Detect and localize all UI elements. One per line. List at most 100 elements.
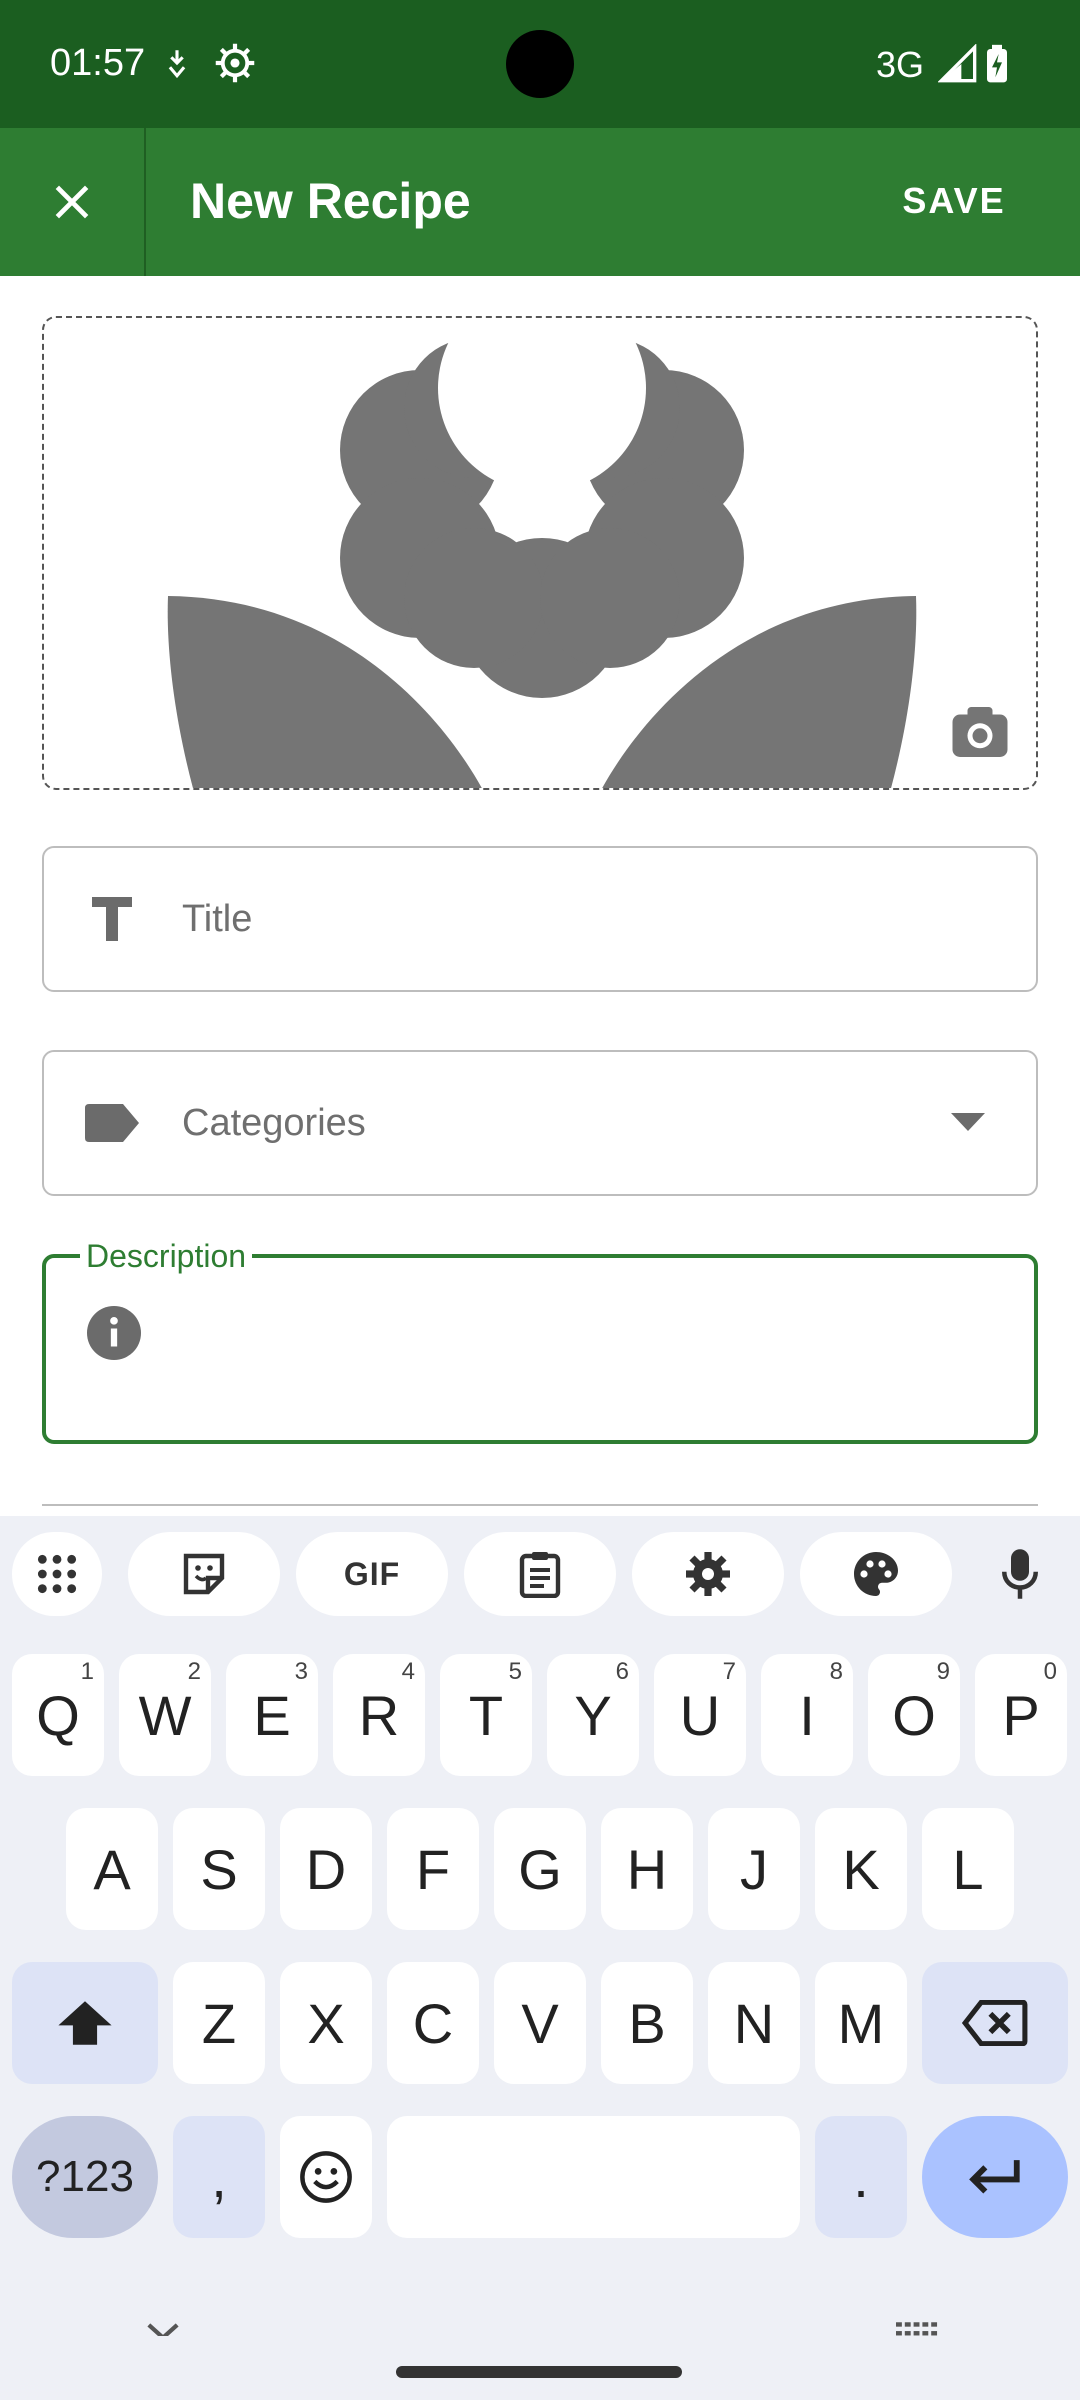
- camera-button[interactable]: [948, 702, 1012, 762]
- key-h[interactable]: H: [601, 1808, 693, 1930]
- key-i[interactable]: I8: [761, 1654, 853, 1776]
- enter-icon: [969, 2160, 1020, 2194]
- key-label: Q: [36, 1683, 80, 1747]
- key-m[interactable]: M: [815, 1962, 907, 2084]
- key-label: T: [468, 1683, 504, 1747]
- key-label: U: [679, 1683, 721, 1747]
- save-button[interactable]: SAVE: [838, 138, 1070, 264]
- home-gesture-pill[interactable]: [396, 2366, 682, 2378]
- key-z[interactable]: Z: [173, 1962, 265, 2084]
- sticker-button[interactable]: [128, 1532, 280, 1616]
- mic-icon: [1002, 1549, 1038, 1599]
- downloading-icon: [168, 50, 186, 79]
- title-field[interactable]: Title: [42, 846, 1038, 992]
- categories-dropdown-button[interactable]: [900, 1052, 1036, 1194]
- key-q[interactable]: Q1: [12, 1654, 104, 1776]
- key-label: O: [892, 1683, 936, 1747]
- emoji-icon: [300, 2151, 352, 2203]
- status-time: 01:57: [50, 42, 146, 84]
- close-icon: [55, 185, 89, 219]
- shift-key[interactable]: [12, 1962, 158, 2084]
- shift-icon: [58, 2001, 112, 2045]
- dropdown-arrow-icon: [951, 1113, 985, 1131]
- key-hint: 1: [80, 1658, 94, 1685]
- gif-button[interactable]: GIF: [296, 1532, 448, 1616]
- title-field-icon-wrap: [44, 848, 180, 990]
- sticker-icon: [183, 1553, 225, 1595]
- camera-icon: [952, 707, 1008, 757]
- navigation-bar: [0, 2336, 1080, 2400]
- key-label: R: [358, 1683, 400, 1747]
- backspace-key[interactable]: [922, 1962, 1068, 2084]
- key-label: Y: [574, 1683, 612, 1747]
- title-text-icon: [92, 897, 132, 941]
- apps-grid-icon: [37, 1554, 77, 1594]
- flower-placeholder-icon: [167, 318, 917, 788]
- recipe-image-picker[interactable]: [42, 316, 1038, 790]
- status-bar: 01:57 3G: [0, 0, 1080, 128]
- categories-placeholder: Categories: [182, 1101, 366, 1144]
- key-j[interactable]: J: [708, 1808, 800, 1930]
- description-field[interactable]: [42, 1254, 1038, 1444]
- description-field-icon-wrap: [46, 1258, 182, 1408]
- key-hint: 2: [187, 1658, 201, 1685]
- key-hint: 9: [936, 1658, 950, 1685]
- key-f[interactable]: F: [387, 1808, 479, 1930]
- key-w[interactable]: W2: [119, 1654, 211, 1776]
- key-d[interactable]: D: [280, 1808, 372, 1930]
- key-a[interactable]: A: [66, 1808, 158, 1930]
- emoji-key[interactable]: [280, 2116, 372, 2238]
- page-title: New Recipe: [190, 173, 471, 229]
- comma-key[interactable]: ,: [173, 2116, 265, 2238]
- key-hint: 8: [829, 1658, 843, 1685]
- app-bar: New Recipe SAVE: [0, 128, 1080, 276]
- network-type: 3G: [876, 44, 925, 85]
- battery-charging-icon: [987, 44, 1007, 83]
- key-x[interactable]: X: [280, 1962, 372, 2084]
- key-e[interactable]: E3: [226, 1654, 318, 1776]
- settings-icon: [686, 1552, 730, 1596]
- info-icon: [87, 1306, 141, 1360]
- period-key[interactable]: .: [815, 2116, 907, 2238]
- theme-button[interactable]: [800, 1532, 952, 1616]
- key-hint: 3: [294, 1658, 308, 1685]
- close-button[interactable]: [0, 128, 146, 276]
- key-hint: 7: [722, 1658, 736, 1685]
- label-tag-icon: [85, 1104, 139, 1142]
- key-c[interactable]: C: [387, 1962, 479, 2084]
- title-placeholder: Title: [182, 897, 253, 940]
- front-camera-cutout: [506, 30, 574, 98]
- categories-field[interactable]: Categories: [42, 1050, 1038, 1196]
- key-hint: 6: [615, 1658, 629, 1685]
- key-hint: 0: [1043, 1658, 1057, 1685]
- description-label: Description: [80, 1238, 253, 1275]
- keyboard-settings-button[interactable]: [632, 1532, 784, 1616]
- key-y[interactable]: Y6: [547, 1654, 639, 1776]
- key-hint: 5: [508, 1658, 522, 1685]
- palette-icon: [854, 1552, 898, 1596]
- key-s[interactable]: S: [173, 1808, 265, 1930]
- symbols-key[interactable]: ?123: [12, 2116, 158, 2238]
- enter-key[interactable]: [922, 2116, 1068, 2238]
- clipboard-icon: [519, 1552, 561, 1598]
- signal-icon: [938, 44, 977, 83]
- key-p[interactable]: P0: [975, 1654, 1067, 1776]
- key-o[interactable]: O9: [868, 1654, 960, 1776]
- apps-grid-button[interactable]: [12, 1532, 102, 1616]
- key-label: W: [138, 1683, 192, 1747]
- key-u[interactable]: U7: [654, 1654, 746, 1776]
- key-g[interactable]: G: [494, 1808, 586, 1930]
- voice-input-button[interactable]: [980, 1532, 1060, 1616]
- key-k[interactable]: K: [815, 1808, 907, 1930]
- key-t[interactable]: T5: [440, 1654, 532, 1776]
- key-label: E: [253, 1683, 291, 1747]
- keyboard-toolbar: GIF: [0, 1516, 1080, 1632]
- key-label: P: [1002, 1683, 1040, 1747]
- key-l[interactable]: L: [922, 1808, 1014, 1930]
- key-n[interactable]: N: [708, 1962, 800, 2084]
- key-v[interactable]: V: [494, 1962, 586, 2084]
- space-key[interactable]: [387, 2116, 800, 2238]
- key-b[interactable]: B: [601, 1962, 693, 2084]
- clipboard-button[interactable]: [464, 1532, 616, 1616]
- key-r[interactable]: R4: [333, 1654, 425, 1776]
